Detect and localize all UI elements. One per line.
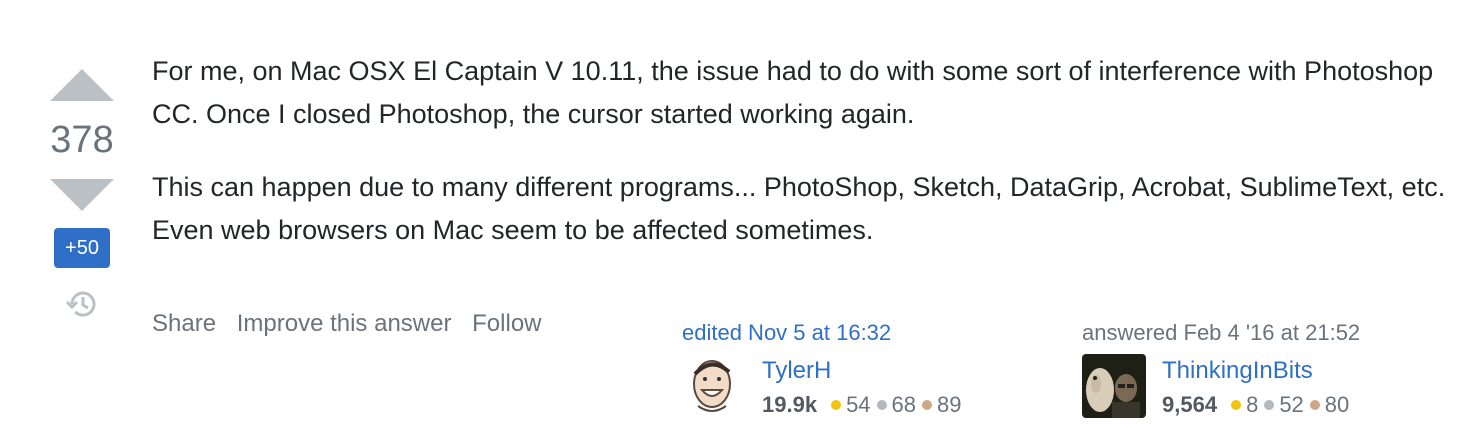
gold-badge-icon xyxy=(1231,400,1242,411)
editor-stats: 19.9k 54 68 89 xyxy=(762,388,962,422)
history-button[interactable] xyxy=(64,286,100,322)
post-menu: Share Improve this answer Follow xyxy=(152,310,556,338)
reputation-score: 9,564 xyxy=(1162,392,1218,417)
author-name-link[interactable]: ThinkingInBits xyxy=(1162,354,1349,388)
answered-timestamp: answered Feb 4 '16 at 21:52 xyxy=(1082,320,1361,345)
editor-avatar[interactable] xyxy=(682,354,746,418)
editor-signature: edited Nov 5 at 16:32 TylerH 19.9k 54 68 89 xyxy=(682,316,962,422)
downvote-icon xyxy=(50,179,114,211)
improve-answer-link[interactable]: Improve this answer xyxy=(237,310,452,337)
share-link[interactable]: Share xyxy=(152,310,216,337)
gold-badge-count: 54 xyxy=(846,392,871,417)
silver-badge-icon xyxy=(1264,400,1275,411)
reputation-score: 19.9k xyxy=(762,392,818,417)
vote-cell: 378 +50 xyxy=(40,62,124,322)
avatar-image xyxy=(682,354,746,418)
answer-paragraph: This can happen due to many different pr… xyxy=(152,172,1446,245)
avatar-image xyxy=(1082,354,1146,418)
author-signature: answered Feb 4 '16 at 21:52 ThinkingInBi… xyxy=(1082,316,1360,422)
gold-badge-icon xyxy=(831,400,842,411)
bronze-badge-icon xyxy=(922,400,933,411)
history-icon xyxy=(65,291,96,317)
silver-badge-icon xyxy=(876,400,887,411)
editor-name-link[interactable]: TylerH xyxy=(762,354,962,388)
bounty-badge[interactable]: +50 xyxy=(54,228,110,268)
vote-count: 378 xyxy=(50,119,114,161)
gold-badge-count: 8 xyxy=(1246,392,1259,417)
downvote-button[interactable] xyxy=(40,172,124,218)
follow-link[interactable]: Follow xyxy=(472,310,541,337)
silver-badge-count: 68 xyxy=(891,392,917,417)
author-stats: 9,564 8 52 80 xyxy=(1162,388,1349,422)
bronze-badge-icon xyxy=(1309,400,1320,411)
bronze-badge-count: 89 xyxy=(937,392,962,417)
edited-timestamp-link[interactable]: edited Nov 5 at 16:32 xyxy=(682,316,962,350)
answer-body: For me, on Mac OSX El Captain V 10.11, t… xyxy=(152,50,1452,282)
upvote-button[interactable] xyxy=(40,62,124,108)
silver-badge-count: 52 xyxy=(1279,392,1304,417)
answer-paragraph: For me, on Mac OSX El Captain V 10.11, t… xyxy=(152,56,1434,129)
bronze-badge-count: 80 xyxy=(1324,392,1350,417)
author-avatar[interactable] xyxy=(1082,354,1146,418)
upvote-icon xyxy=(50,69,114,101)
